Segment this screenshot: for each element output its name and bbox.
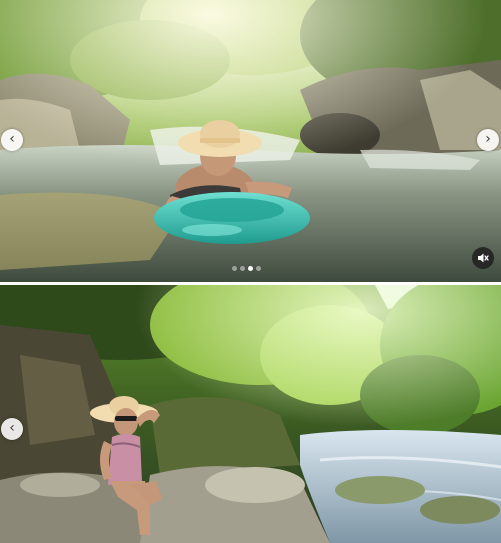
chevron-left-icon: ‹ — [9, 420, 15, 436]
forest-rock-photo[interactable] — [0, 285, 501, 543]
chevron-right-icon: › — [485, 131, 491, 147]
carousel-indicator — [232, 266, 261, 271]
carousel-next-button[interactable]: › — [477, 129, 499, 151]
post-forest-rock: ‹ — [0, 285, 501, 543]
speaker-muted-icon — [478, 253, 489, 263]
carousel-dot — [256, 266, 261, 271]
river-tube-photo[interactable] — [0, 0, 501, 282]
carousel-dot — [232, 266, 237, 271]
chevron-left-icon: ‹ — [9, 131, 15, 147]
post-river-tube: ‹ › — [0, 0, 501, 282]
mute-toggle-button[interactable] — [472, 247, 494, 269]
forest-rock-image — [0, 285, 501, 543]
carousel-prev-button[interactable]: ‹ — [1, 129, 23, 151]
carousel-dot — [248, 266, 253, 271]
feed-stack: ‹ › ‹ — [0, 0, 501, 543]
river-tube-image — [0, 0, 501, 282]
carousel-dot — [240, 266, 245, 271]
carousel-prev-button[interactable]: ‹ — [1, 418, 23, 440]
